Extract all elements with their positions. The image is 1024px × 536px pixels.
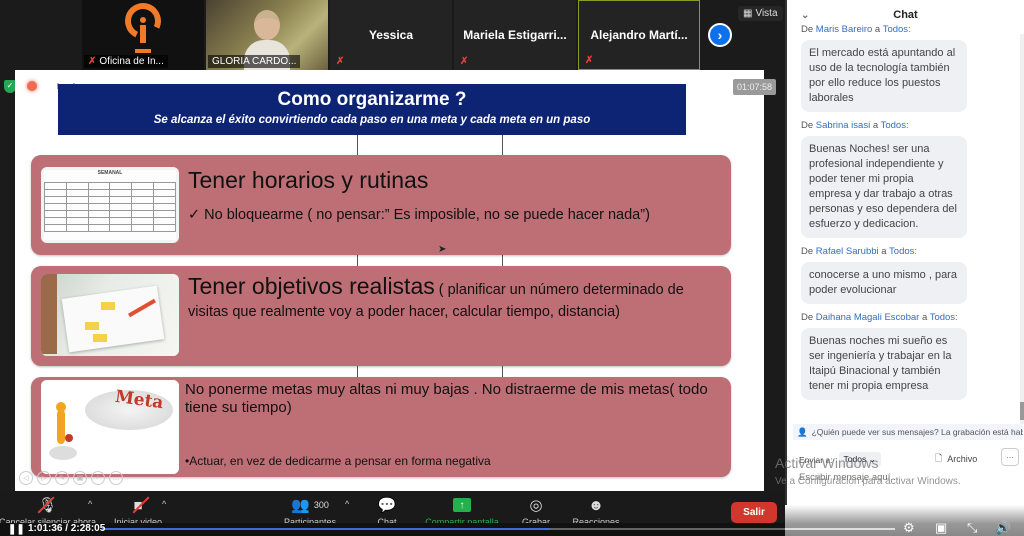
chat-header: ⌄ Chat: [787, 0, 1024, 30]
slide-row-goals: Meta No ponerme metas muy altas ni muy b…: [31, 377, 731, 477]
participant-name-tag: ✗: [456, 55, 472, 68]
slide-row-routines: SEMANAL Tener horarios y rutinas ✓ No bl…: [31, 155, 731, 255]
mouse-cursor-icon: ➤: [438, 244, 447, 255]
playback-time: 1:01:36 / 2:28:05: [28, 523, 106, 534]
user-privacy-icon: 👤: [797, 426, 808, 437]
connector-line: [357, 366, 358, 377]
zoom-icon[interactable]: ⌕: [91, 471, 105, 485]
view-button[interactable]: ▦ Vista: [738, 6, 783, 21]
pause-icon[interactable]: ❚❚: [8, 524, 25, 535]
message-sender: De Daihana Magali Escobar a Todos:: [801, 312, 958, 323]
file-button[interactable]: 🗋 Archivo: [935, 451, 977, 467]
exit-fullscreen-icon[interactable]: ⤡: [967, 520, 977, 536]
participant-tile[interactable]: GLORIA CARDO...: [206, 0, 328, 70]
chat-message: El mercado está apuntando al uso de la t…: [801, 40, 967, 112]
recipient-name[interactable]: Todos:: [881, 120, 909, 131]
lightbulb-logo-icon: [119, 0, 167, 57]
participant-tile[interactable]: Yessica ✗: [330, 0, 452, 70]
mic-muted-icon: ✗: [460, 56, 469, 67]
message-sender: De Sabrina isasi a Todos:: [801, 120, 909, 131]
participants-options-caret[interactable]: ^: [345, 499, 349, 509]
sender-name[interactable]: Daihana Magali Escobar: [816, 312, 920, 323]
next-participants-button[interactable]: ›: [708, 23, 732, 47]
chat-message: conocerse a uno mismo , para poder evolu…: [801, 262, 967, 304]
more-options-button[interactable]: ···: [1001, 448, 1019, 466]
chat-messages: De Maris Bareiro a Todos: El mercado est…: [787, 24, 1024, 400]
player-controls-right: ⚙ ▣ ⤡ 🔊: [785, 505, 1024, 536]
chevron-down-icon[interactable]: ⌄: [801, 10, 809, 21]
chevron-right-icon: ›: [717, 27, 723, 43]
row-heading: Tener objetivos realistas: [188, 273, 435, 299]
participant-tile[interactable]: Mariela Estigarri... ✗: [454, 0, 576, 70]
slide-row-objectives: Tener objetivos realistas ( planificar u…: [31, 266, 731, 366]
recording-icon: [27, 81, 37, 91]
grid-view-icon: ▦: [743, 8, 753, 19]
row-text: No ponerme metas muy altas ni muy bajas …: [185, 381, 708, 416]
record-icon: ◎: [529, 497, 543, 514]
connector-line: [357, 255, 358, 266]
recipient-name[interactable]: Todos:: [930, 312, 958, 323]
playback-progress[interactable]: [102, 528, 550, 530]
participant-tile[interactable]: ✗ Oficina de In...: [82, 0, 204, 70]
slide-title-box: Como organizarme ? Se alcanza el éxito c…: [58, 84, 686, 135]
sender-name[interactable]: Rafael Sarubbi: [816, 246, 879, 257]
privacy-notice[interactable]: 👤 ¿Quién puede ver sus mensajes? La grab…: [793, 424, 1023, 440]
next-slide-icon[interactable]: ▷: [37, 471, 51, 485]
slides-grid-icon[interactable]: ▣: [73, 471, 87, 485]
more-options-icon[interactable]: …: [109, 471, 123, 485]
connector-line: [502, 255, 503, 266]
previous-slide-icon[interactable]: ◁: [19, 471, 33, 485]
participant-name-tag: ✗ Oficina de In...: [84, 55, 168, 68]
participant-name-tag: ✗: [581, 54, 597, 67]
slide-title: Como organizarme ?: [277, 89, 467, 110]
mic-muted-icon: ✗: [336, 56, 345, 67]
settings-gear-icon[interactable]: ⚙: [903, 520, 915, 536]
video-options-caret[interactable]: ^: [162, 499, 166, 509]
row-bullet: ✓ No bloquearme ( no pensar:” Es imposib…: [188, 207, 650, 223]
miniplayer-icon[interactable]: ▣: [935, 520, 947, 536]
windows-activation-watermark-subtitle: Ve a Configuración para activar Windows.: [775, 476, 961, 487]
pen-icon[interactable]: ✎: [55, 471, 69, 485]
share-screen-icon: ↑: [453, 498, 471, 512]
slide-subtitle: Se alcanza el éxito convirtiendo cada pa…: [153, 114, 591, 126]
reaction-emoji-icon: ☻: [588, 496, 604, 514]
chat-title: Chat: [893, 9, 918, 21]
playback-progress-remaining[interactable]: [550, 528, 785, 530]
file-icon: 🗋: [935, 453, 943, 463]
participants-icon: 👥: [291, 497, 310, 514]
meta-goal-image: Meta: [41, 380, 179, 474]
windows-activation-watermark: Activar Windows: [775, 455, 879, 471]
chat-bubble-icon: 💬: [377, 497, 397, 514]
slideshow-controls: ◁ ▷ ✎ ▣ ⌕ …: [19, 471, 123, 485]
participant-tile-active[interactable]: Alejandro Martí... ✗: [578, 0, 700, 70]
connector-line: [502, 135, 503, 155]
meeting-area: ✗ Oficina de In... GLORIA CARDO... Yessi…: [0, 0, 785, 536]
connector-line: [357, 135, 358, 155]
mic-muted-icon: ✗: [88, 56, 97, 67]
participant-name-tag: ✗: [332, 55, 348, 68]
participants-count: 300: [313, 500, 329, 510]
chat-message: Buenas Noches! ser una profesional indep…: [801, 136, 967, 238]
recipient-name[interactable]: Todos:: [889, 246, 917, 257]
connector-line: [502, 366, 503, 377]
audio-options-caret[interactable]: ^: [88, 499, 92, 509]
participant-name-tag: GLORIA CARDO...: [208, 55, 301, 68]
chat-message: Buenas noches mi sueño es ser ingeniería…: [801, 328, 967, 400]
row-bullet: •Actuar, en vez de dedicarme a pensar en…: [185, 454, 491, 468]
chat-scrollbar[interactable]: [1020, 34, 1024, 424]
sender-name[interactable]: Sabrina isasi: [816, 120, 873, 131]
leave-meeting-button[interactable]: Salir: [731, 502, 777, 523]
slide-timer: 01:07:58: [733, 79, 777, 95]
row-heading: Tener horarios y rutinas: [188, 167, 429, 193]
shared-screen-slide: bando 01:07:58 Como organizarme ? Se alc…: [15, 70, 777, 491]
volume-icon[interactable]: 🔊: [995, 520, 1011, 536]
planner-image: [41, 274, 179, 356]
mic-muted-icon: ✗: [585, 55, 594, 66]
participant-strip: ✗ Oficina de In... GLORIA CARDO... Yessi…: [82, 0, 700, 70]
message-sender: De Rafael Sarubbi a Todos:: [801, 246, 918, 257]
schedule-image: SEMANAL: [41, 167, 179, 243]
